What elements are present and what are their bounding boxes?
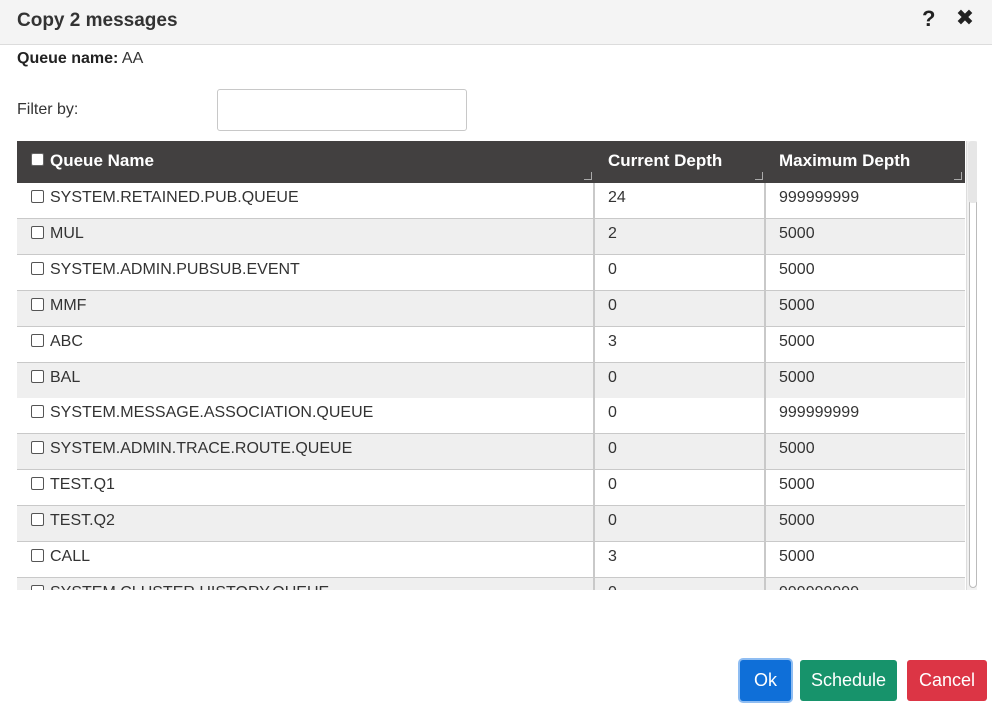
- table-row[interactable]: SYSTEM.ADMIN.PUBSUB.EVENT 0 5000: [17, 254, 965, 291]
- filter-input[interactable]: [217, 89, 467, 131]
- row-checkbox[interactable]: [31, 297, 44, 311]
- dialog-titlebar: Copy 2 messages ? ✖: [0, 0, 992, 45]
- table-row[interactable]: SYSTEM.MESSAGE.ASSOCIATION.QUEUE 0 9999999…: [17, 398, 965, 435]
- cell-maximum-depth: 999999999: [779, 189, 860, 206]
- ok-button[interactable]: Ok: [740, 660, 791, 701]
- row-checkbox[interactable]: [31, 584, 44, 590]
- resize-grip-icon[interactable]: [755, 172, 763, 180]
- cell-queue-name: SYSTEM.CLUSTER.HISTORY.QUEUE: [17, 577, 595, 590]
- cell-queue-name: SYSTEM.ADMIN.TRACE.ROUTE.QUEUE: [17, 434, 595, 471]
- cell-maximum-depth: 5000: [779, 476, 815, 494]
- cell-queue-name: TEST.Q1: [17, 470, 595, 507]
- cell-maximum-depth: 5000: [779, 548, 815, 565]
- scrollbar-track: [969, 143, 977, 588]
- cell-queue-name: SYSTEM.ADMIN.PUBSUB.EVENT: [17, 254, 595, 291]
- cell-current-depth: 0: [595, 398, 766, 435]
- row-checkbox[interactable]: [31, 225, 44, 239]
- close-icon[interactable]: ✖: [955, 7, 975, 29]
- resize-grip-icon[interactable]: [954, 172, 962, 180]
- table-row[interactable]: MMF 0 5000: [17, 290, 965, 327]
- resize-grip-icon[interactable]: [584, 172, 592, 180]
- queue-name-text: SYSTEM.ADMIN.PUBSUB.EVENT: [50, 260, 300, 278]
- cell-current-depth: 3: [595, 326, 766, 363]
- row-checkbox[interactable]: [31, 369, 44, 383]
- table-row[interactable]: TEST.Q1 0 5000: [17, 470, 965, 507]
- queue-name-text: TEST.Q2: [50, 512, 115, 530]
- queue-name-text: SYSTEM.MESSAGE.ASSOCIATION.QUEUE: [50, 404, 374, 422]
- cell-maximum-depth: 5000: [779, 440, 815, 458]
- cell-maximum-depth: 5000: [779, 224, 815, 242]
- queue-name-value: AA: [121, 50, 144, 67]
- column-header-current-depth[interactable]: Current Depth: [595, 141, 766, 183]
- cell-maximum-depth: 999999999: [766, 578, 965, 590]
- cell-current-depth: 0: [595, 577, 766, 590]
- cell-queue-name: CALL: [17, 542, 595, 578]
- cell-maximum-depth: 5000: [779, 296, 815, 314]
- queue-name-text: ABC: [50, 332, 83, 350]
- column-header-maximum-depth[interactable]: Maximum Depth: [766, 141, 965, 183]
- cell-current-depth: 0: [595, 470, 766, 507]
- cell-queue-name: BAL: [17, 362, 595, 399]
- row-checkbox[interactable]: [31, 513, 44, 527]
- cell-queue-name: MUL: [17, 218, 595, 255]
- column-label-current-depth: Current Depth: [608, 151, 723, 170]
- row-checkbox[interactable]: [31, 549, 44, 562]
- table-header: Queue Name Current Depth Maximum Depth: [17, 141, 965, 183]
- table-row[interactable]: SYSTEM.RETAINED.PUB.QUEUE 24 999999999: [17, 183, 965, 219]
- row-checkbox[interactable]: [31, 477, 44, 491]
- cell-queue-name: SYSTEM.MESSAGE.ASSOCIATION.QUEUE: [17, 398, 595, 435]
- cancel-button[interactable]: Cancel: [907, 660, 987, 701]
- cell-queue-name: SYSTEM.RETAINED.PUB.QUEUE: [17, 183, 595, 219]
- cell-current-depth: 0: [595, 506, 766, 543]
- cell-current-depth: 0: [595, 434, 766, 471]
- cell-maximum-depth: 5000: [779, 368, 815, 386]
- queue-name-text: MMF: [50, 296, 87, 314]
- dialog-title: Copy 2 messages: [17, 10, 178, 31]
- filter-label: Filter by:: [17, 101, 79, 118]
- queue-name-text: BAL: [50, 368, 81, 386]
- queue-table: Queue Name Current Depth Maximum Depth S…: [17, 141, 977, 590]
- cell-queue-name: MMF: [17, 290, 595, 327]
- queue-name-label: Queue name:: [17, 50, 119, 67]
- cell-maximum-depth: 5000: [779, 260, 815, 278]
- cell-current-depth: 24: [595, 183, 766, 219]
- row-checkbox[interactable]: [31, 333, 44, 347]
- row-checkbox[interactable]: [31, 261, 44, 275]
- table-row[interactable]: MUL 2 5000: [17, 218, 965, 255]
- help-icon[interactable]: ?: [922, 6, 935, 32]
- table-row[interactable]: ABC 3 5000: [17, 326, 965, 363]
- scrollbar-thumb[interactable]: [968, 141, 977, 203]
- queue-name-row: Queue name: AA: [17, 50, 143, 68]
- table-scrollbar[interactable]: [966, 141, 977, 590]
- queue-name-text: SYSTEM.CLUSTER.HISTORY.QUEUE: [50, 584, 329, 590]
- cell-maximum-depth: 5000: [779, 332, 815, 350]
- queue-name-text: SYSTEM.ADMIN.TRACE.ROUTE.QUEUE: [50, 440, 353, 458]
- row-checkbox[interactable]: [31, 405, 44, 419]
- table-row[interactable]: SYSTEM.CLUSTER.HISTORY.QUEUE 0999999999: [17, 577, 965, 590]
- table-row[interactable]: BAL 0 5000: [17, 362, 965, 399]
- cell-maximum-depth: 999999999: [779, 404, 860, 422]
- schedule-button[interactable]: Schedule: [800, 660, 897, 701]
- cell-current-depth: 3: [595, 542, 766, 578]
- select-all-checkbox[interactable]: [31, 153, 44, 166]
- queue-name-text: TEST.Q1: [50, 476, 115, 494]
- column-label-maximum-depth: Maximum Depth: [779, 151, 911, 170]
- queue-name-text: CALL: [50, 548, 91, 565]
- table-row[interactable]: CALL 3 5000: [17, 542, 965, 578]
- cell-current-depth: 0: [595, 290, 766, 327]
- row-checkbox[interactable]: [31, 441, 44, 455]
- cell-current-depth: 0: [595, 254, 766, 291]
- cell-queue-name: TEST.Q2: [17, 506, 595, 543]
- column-label-queue-name: Queue Name: [50, 151, 154, 170]
- queue-name-text: SYSTEM.RETAINED.PUB.QUEUE: [50, 189, 299, 206]
- table-row[interactable]: TEST.Q2 0 5000: [17, 506, 965, 543]
- row-checkbox[interactable]: [31, 190, 44, 203]
- cell-current-depth: 0: [595, 362, 766, 399]
- queue-name-text: MUL: [50, 224, 84, 242]
- column-header-queue-name[interactable]: Queue Name: [17, 141, 595, 183]
- table-row[interactable]: SYSTEM.ADMIN.TRACE.ROUTE.QUEUE 0 5000: [17, 434, 965, 471]
- cell-queue-name: ABC: [17, 326, 595, 363]
- cell-current-depth: 2: [595, 218, 766, 255]
- cell-maximum-depth: 5000: [779, 512, 815, 530]
